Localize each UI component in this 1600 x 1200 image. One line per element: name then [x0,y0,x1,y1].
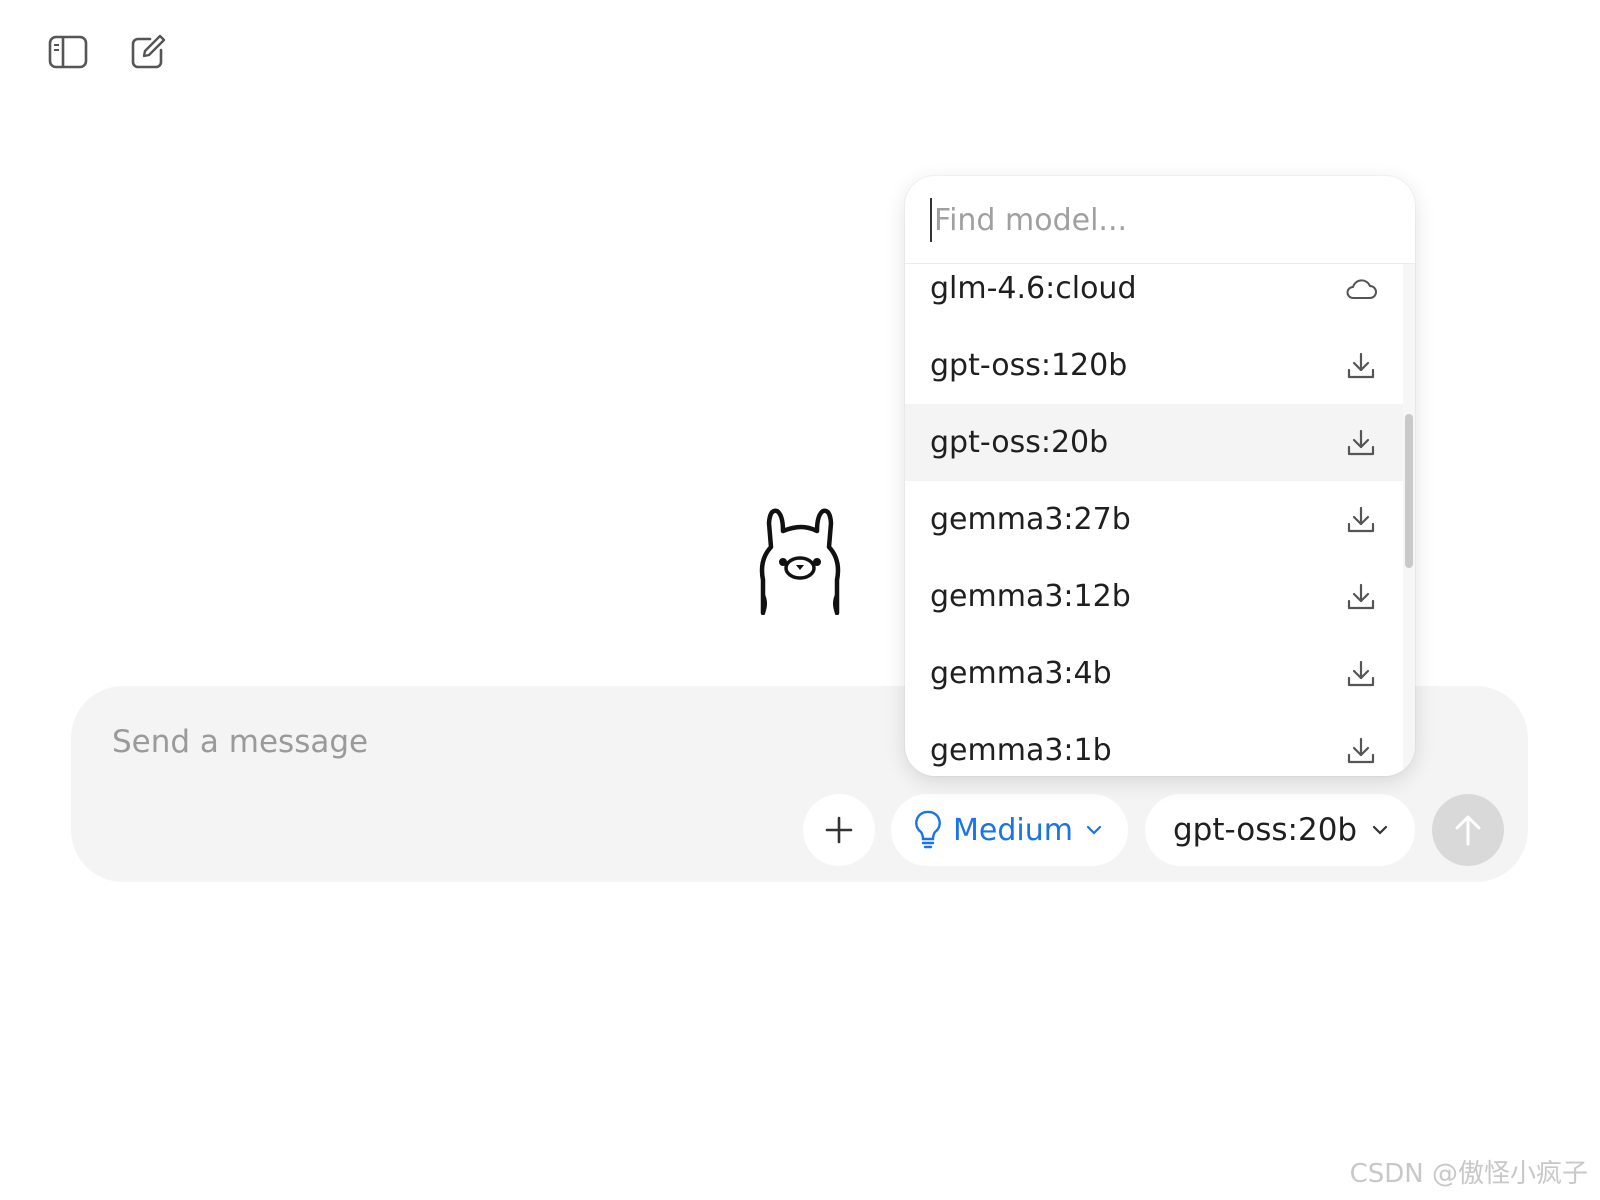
download-icon [1344,734,1378,768]
download-icon [1344,580,1378,614]
arrow-up-icon [1455,815,1481,846]
model-item-glm-4.6-cloud[interactable]: glm-4.6:cloud [905,264,1403,327]
message-input[interactable] [112,722,892,762]
plus-icon [825,816,853,844]
scrollbar-thumb[interactable] [1405,414,1413,568]
chevron-down-icon [1086,825,1102,835]
selected-model-label: gpt-oss:20b [1173,812,1358,848]
send-button[interactable] [1432,794,1504,866]
model-item-gemma3-12b[interactable]: gemma3:12b [905,558,1403,635]
model-item-gemma3-4b[interactable]: gemma3:4b [905,635,1403,712]
model-name: glm-4.6:cloud [930,271,1137,306]
new-chat-icon[interactable] [126,30,170,74]
model-search-input[interactable] [930,198,1370,242]
think-level-button[interactable]: Medium [891,794,1128,866]
model-name: gpt-oss:20b [930,425,1109,460]
model-name: gemma3:4b [930,656,1112,691]
model-name: gemma3:1b [930,733,1112,768]
download-icon [1344,349,1378,383]
model-name: gemma3:27b [930,502,1131,537]
cloud-icon [1344,272,1378,306]
download-icon [1344,657,1378,691]
model-list: glm-4.6:cloud gpt-oss:120b gpt-oss:20b g… [905,264,1403,776]
think-level-label: Medium [953,812,1073,848]
model-selector-button[interactable]: gpt-oss:20b [1145,794,1415,866]
lightbulb-icon [915,810,941,849]
model-item-gpt-oss-20b[interactable]: gpt-oss:20b [905,404,1403,481]
download-icon [1344,426,1378,460]
model-name: gemma3:12b [930,579,1131,614]
watermark: CSDN @傲怪小疯子 [1349,1159,1588,1189]
model-item-gemma3-1b[interactable]: gemma3:1b [905,712,1403,776]
app-window: Medium gpt-oss:20b glm-4.6:cloud [0,0,1600,1200]
download-icon [1344,503,1378,537]
sidebar-toggle-icon[interactable] [46,30,90,74]
chevron-down-icon [1373,825,1388,835]
add-attachment-button[interactable] [803,794,875,866]
llama-logo [755,505,845,616]
model-picker-dropdown: glm-4.6:cloud gpt-oss:120b [905,176,1415,776]
model-list-scrollbar[interactable] [1403,264,1415,776]
model-item-gpt-oss-120b[interactable]: gpt-oss:120b [905,327,1403,404]
model-item-gemma3-27b[interactable]: gemma3:27b [905,481,1403,558]
model-name: gpt-oss:120b [930,348,1128,383]
